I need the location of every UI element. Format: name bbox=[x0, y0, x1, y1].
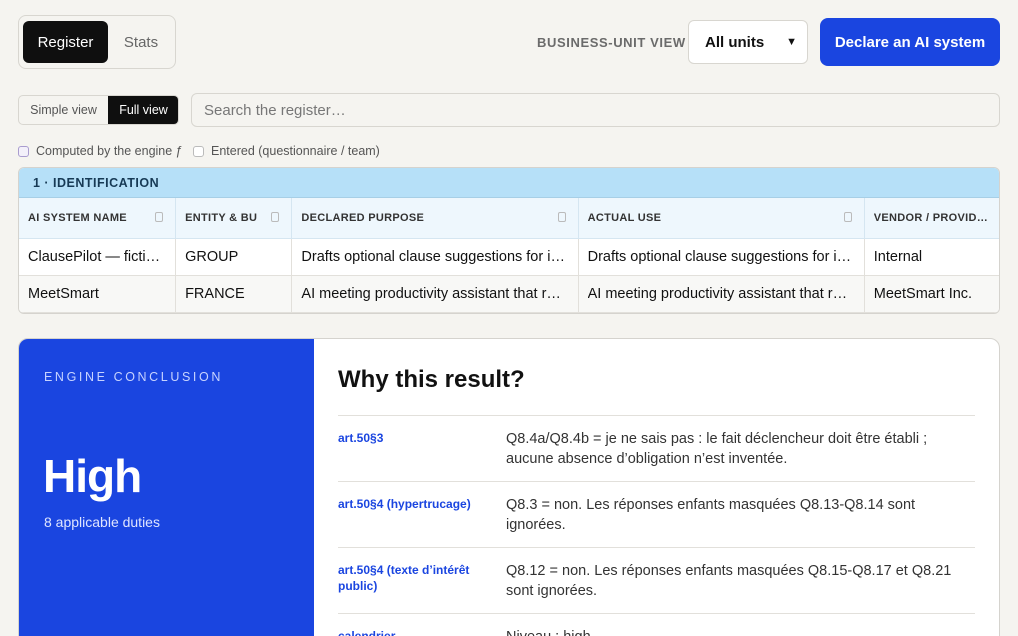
reason-article-link[interactable]: art.50§4 (texte d’intérêt public) bbox=[338, 561, 506, 601]
table-row[interactable]: MeetSmart FRANCE AI meeting productivity… bbox=[19, 276, 999, 313]
column-marker-icon bbox=[843, 212, 852, 222]
simple-view-button[interactable]: Simple view bbox=[19, 96, 108, 124]
table-row[interactable]: ClausePilot — fictional GROUP Drafts opt… bbox=[19, 239, 999, 276]
reason-text: Q8.3 = non. Les réponses enfants masquée… bbox=[506, 497, 916, 533]
table-cell[interactable]: MeetSmart bbox=[19, 276, 177, 312]
reason-item: art.50§4 (hypertrucage) Q8.3 = non. Les … bbox=[338, 481, 975, 547]
declare-ai-system-button[interactable]: Declare an AI system bbox=[820, 18, 1000, 66]
business-unit-value: All units bbox=[705, 33, 765, 51]
table-header-row: AI SYSTEM NAME ENTITY & BU DECLARED PURP… bbox=[19, 198, 999, 239]
reason-article-link[interactable]: art.50§4 (hypertrucage) bbox=[338, 495, 506, 535]
why-title: Why this result? bbox=[338, 366, 525, 393]
reason-item: art.50§3 Q8.4a/Q8.4b = je ne sais pas : … bbox=[338, 415, 975, 481]
reason-text: Niveau : high. bbox=[506, 627, 975, 636]
table-cell[interactable]: AI meeting productivity assistant that r… bbox=[579, 276, 865, 312]
duties-count: 8 applicable duties bbox=[44, 514, 160, 530]
conclusion-summary: ENGINE CONCLUSION High 8 applicable duti… bbox=[19, 339, 314, 636]
table-cell[interactable]: Drafts optional clause suggestions for i… bbox=[579, 239, 865, 275]
conclusion-eyebrow: ENGINE CONCLUSION bbox=[44, 370, 223, 384]
legend-entered: Entered (questionnaire / team) bbox=[193, 144, 380, 158]
column-header[interactable]: AI SYSTEM NAME bbox=[19, 198, 177, 238]
column-header[interactable]: ENTITY & BU bbox=[176, 198, 293, 238]
reason-article-link[interactable]: art.50§3 bbox=[338, 429, 506, 469]
table-cell[interactable]: MeetSmart Inc. bbox=[865, 276, 999, 312]
business-unit-label: BUSINESS-UNIT VIEW bbox=[537, 35, 686, 50]
column-marker-icon bbox=[557, 212, 566, 222]
full-view-button[interactable]: Full view bbox=[108, 96, 178, 124]
column-header[interactable]: VENDOR / PROVIDER bbox=[865, 198, 999, 238]
reasons-list: art.50§3 Q8.4a/Q8.4b = je ne sais pas : … bbox=[338, 415, 975, 636]
computed-swatch bbox=[18, 145, 29, 157]
table-cell[interactable]: Drafts optional clause suggestions for i… bbox=[292, 239, 579, 275]
engine-conclusion-panel: ENGINE CONCLUSION High 8 applicable duti… bbox=[18, 338, 1000, 636]
tab-stats[interactable]: Stats bbox=[111, 21, 171, 63]
main-tabs: Register Stats bbox=[18, 15, 176, 69]
chevron-down-icon: ▼ bbox=[786, 36, 797, 48]
table-cell[interactable]: ClausePilot — fictional bbox=[19, 239, 177, 275]
legend-computed-label: Computed by the engine ƒ bbox=[36, 144, 183, 158]
reason-article-link[interactable]: calendrier bbox=[338, 627, 506, 636]
business-unit-select[interactable]: All units ▼ bbox=[688, 20, 808, 64]
section-header: 1 · IDENTIFICATION bbox=[19, 168, 999, 198]
reason-item: calendrier Niveau : high. bbox=[338, 613, 975, 636]
column-header[interactable]: ACTUAL USE bbox=[579, 198, 865, 238]
column-marker-icon bbox=[155, 212, 164, 222]
reason-item: art.50§4 (texte d’intérêt public) Q8.12 … bbox=[338, 547, 975, 613]
column-header[interactable]: DECLARED PURPOSE bbox=[292, 198, 579, 238]
column-marker-icon bbox=[271, 212, 280, 222]
table-cell[interactable]: FRANCE bbox=[176, 276, 293, 312]
reason-text: Q8.12 = non. Les réponses enfants masqué… bbox=[506, 563, 952, 599]
legend-computed: Computed by the engine ƒ bbox=[18, 144, 183, 158]
search-input[interactable] bbox=[191, 93, 1000, 127]
tab-register[interactable]: Register bbox=[23, 21, 108, 63]
table-cell[interactable]: AI meeting productivity assistant that r… bbox=[292, 276, 579, 312]
table-cell[interactable]: Internal bbox=[865, 239, 999, 275]
conclusion-explanation: Why this result? art.50§3 Q8.4a/Q8.4b = … bbox=[314, 339, 999, 636]
reason-text: Q8.4a/Q8.4b = je ne sais pas : le fait d… bbox=[506, 431, 928, 467]
entered-swatch bbox=[193, 145, 204, 157]
table-cell[interactable]: GROUP bbox=[176, 239, 293, 275]
legend-entered-label: Entered (questionnaire / team) bbox=[211, 144, 380, 158]
register-table: 1 · IDENTIFICATION AI SYSTEM NAME ENTITY… bbox=[18, 167, 1000, 314]
risk-level: High bbox=[43, 450, 142, 502]
view-toggle: Simple view Full view bbox=[18, 95, 179, 125]
